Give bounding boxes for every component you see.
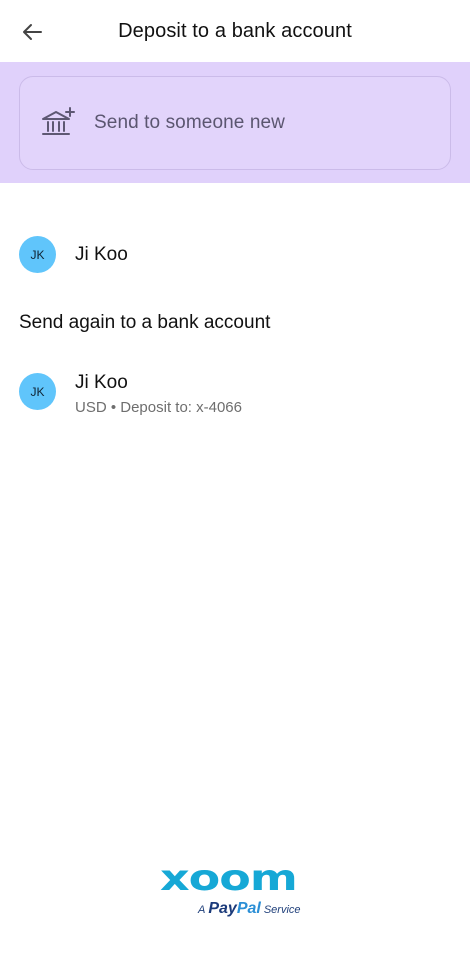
- arrow-left-icon: [23, 24, 42, 40]
- paypal-pay: Pay: [208, 900, 237, 917]
- send-again-heading: Send again to a bank account: [19, 312, 271, 333]
- back-button[interactable]: [14, 14, 50, 50]
- tagline-prefix: A: [198, 904, 206, 916]
- paypal-pal: Pal: [236, 900, 261, 917]
- recipient-name: Ji Koo: [75, 372, 128, 393]
- avatar: JK: [19, 236, 56, 273]
- recipient-text: Ji Koo: [75, 236, 128, 273]
- page-title: Deposit to a bank account: [118, 19, 352, 42]
- avatar: JK: [19, 373, 56, 410]
- app-header: Deposit to a bank account: [0, 0, 470, 62]
- paypal-service-tagline: A PayPal Service: [198, 900, 301, 918]
- send-to-someone-new-button[interactable]: Send to someone new: [19, 76, 451, 170]
- recipient-name: Ji Koo: [75, 244, 128, 265]
- deposit-page: Deposit to a bank account Send to someon…: [0, 0, 470, 964]
- xoom-logo: xoom A PayPal Service: [160, 856, 312, 922]
- send-again-row[interactable]: JK Ji Koo USD • Deposit to: x-4066: [19, 372, 451, 416]
- send-to-someone-new-label: Send to someone new: [94, 112, 285, 133]
- recipient-details: USD • Deposit to: x-4066: [75, 399, 242, 416]
- tagline-suffix: Service: [263, 904, 301, 916]
- xoom-wordmark: xoom: [160, 856, 298, 899]
- recipient-text: Ji Koo USD • Deposit to: x-4066: [75, 372, 242, 416]
- recent-recipient-row[interactable]: JK Ji Koo: [19, 236, 451, 273]
- paypal-wordmark: PayPal: [208, 900, 260, 918]
- bank-plus-icon: [40, 105, 76, 141]
